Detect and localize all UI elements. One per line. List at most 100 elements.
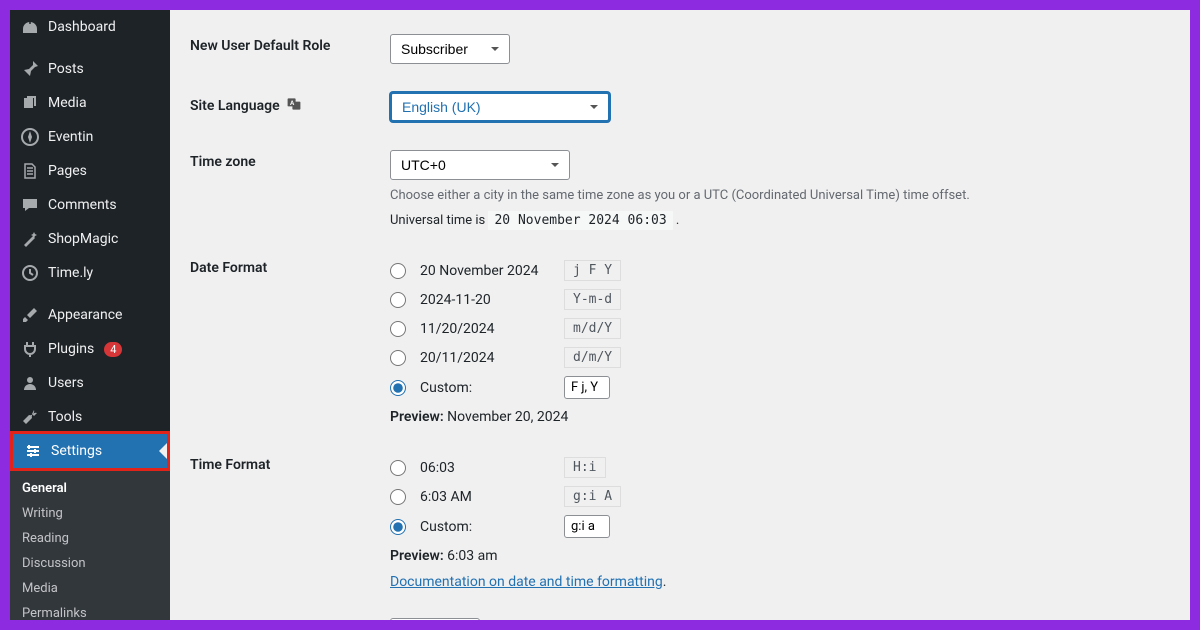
- date-option-1[interactable]: 2024-11-20 Y-m-d: [390, 285, 1170, 314]
- sidebar-item-posts[interactable]: Posts: [10, 52, 170, 86]
- date-radio-custom[interactable]: [390, 380, 406, 396]
- dashboard-icon: [20, 17, 40, 37]
- date-sample: 2024-11-20: [420, 292, 550, 308]
- plug-icon: [20, 339, 40, 359]
- time-custom-input[interactable]: [564, 515, 610, 538]
- users-icon: [20, 373, 40, 393]
- timezone-description: Choose either a city in the same time zo…: [390, 188, 1170, 203]
- highlight-box: Settings: [10, 431, 170, 471]
- admin-sidebar: Dashboard Posts Media Eventin Pages Comm…: [10, 10, 170, 620]
- date-sample: 11/20/2024: [420, 321, 550, 337]
- select-timezone[interactable]: UTC+0: [390, 150, 570, 180]
- settings-icon: [23, 441, 43, 461]
- sidebar-item-media[interactable]: Media: [10, 86, 170, 120]
- label-timezone: Time zone: [190, 150, 390, 170]
- time-radio-custom[interactable]: [390, 519, 406, 535]
- row-new-user-role: New User Default Role Subscriber: [190, 20, 1170, 78]
- date-option-0[interactable]: 20 November 2024 j F Y: [390, 256, 1170, 285]
- sidebar-item-timely[interactable]: Time.ly: [10, 256, 170, 290]
- date-radio-2[interactable]: [390, 321, 406, 337]
- sidebar-item-appearance[interactable]: Appearance: [10, 298, 170, 332]
- date-radio-0[interactable]: [390, 263, 406, 279]
- label-site-language: Site Language A: [190, 92, 390, 116]
- sidebar-label: Appearance: [48, 307, 122, 323]
- time-radio-1[interactable]: [390, 489, 406, 505]
- row-time-format: Time Format 06:03 H:i 6:03 AM g:i A Cust…: [190, 439, 1170, 604]
- sidebar-label: Pages: [48, 163, 87, 179]
- time-code: H:i: [564, 457, 606, 478]
- sidebar-label: ShopMagic: [48, 231, 118, 247]
- time-preview: Preview: 6:03 am: [390, 548, 1170, 564]
- sidebar-item-shopmagic[interactable]: ShopMagic: [10, 222, 170, 256]
- settings-general-panel: New User Default Role Subscriber Site La…: [170, 10, 1190, 620]
- date-code: d/m/Y: [564, 347, 621, 368]
- date-custom-label: Custom:: [420, 380, 550, 396]
- sidebar-label: Plugins: [48, 341, 94, 357]
- sidebar-item-pages[interactable]: Pages: [10, 154, 170, 188]
- media-icon: [20, 93, 40, 113]
- date-preview: Preview: November 20, 2024: [390, 409, 1170, 425]
- submenu-item-media[interactable]: Media: [10, 576, 170, 601]
- sidebar-item-plugins[interactable]: Plugins 4: [10, 332, 170, 366]
- label-date-format: Date Format: [190, 256, 390, 276]
- submenu-item-writing[interactable]: Writing: [10, 501, 170, 526]
- sidebar-label: Eventin: [48, 129, 93, 145]
- sidebar-label: Settings: [51, 443, 102, 459]
- sidebar-item-users[interactable]: Users: [10, 366, 170, 400]
- submenu-item-discussion[interactable]: Discussion: [10, 551, 170, 576]
- brush-icon: [20, 305, 40, 325]
- sidebar-item-dashboard[interactable]: Dashboard: [10, 10, 170, 44]
- tools-icon: [20, 407, 40, 427]
- date-option-custom[interactable]: Custom:: [390, 372, 1170, 403]
- wand-icon: [20, 229, 40, 249]
- sidebar-label: Users: [48, 375, 84, 391]
- date-sample: 20/11/2024: [420, 350, 550, 366]
- time-code: g:i A: [564, 486, 621, 507]
- row-week-starts: Week Starts On Monday: [190, 604, 1170, 620]
- pages-icon: [20, 161, 40, 181]
- time-option-1[interactable]: 6:03 AM g:i A: [390, 482, 1170, 511]
- pin-icon: [20, 59, 40, 79]
- select-new-user-role[interactable]: Subscriber: [390, 34, 510, 64]
- label-week-starts: Week Starts On: [190, 618, 390, 620]
- settings-submenu: General Writing Reading Discussion Media…: [10, 468, 170, 620]
- select-site-language[interactable]: English (UK): [390, 92, 610, 122]
- sidebar-item-comments[interactable]: Comments: [10, 188, 170, 222]
- clock-icon: [20, 263, 40, 283]
- sidebar-item-settings[interactable]: Settings: [13, 434, 167, 468]
- sidebar-label: Dashboard: [48, 19, 116, 35]
- time-sample: 6:03 AM: [420, 489, 550, 505]
- sidebar-label: Media: [48, 95, 87, 111]
- sidebar-label: Posts: [48, 61, 84, 77]
- plugin-update-badge: 4: [104, 342, 122, 357]
- submenu-item-reading[interactable]: Reading: [10, 526, 170, 551]
- date-time-doc-link[interactable]: Documentation on date and time formattin…: [390, 574, 663, 590]
- date-sample: 20 November 2024: [420, 263, 550, 279]
- select-week-starts[interactable]: Monday: [390, 618, 480, 620]
- sidebar-item-eventin[interactable]: Eventin: [10, 120, 170, 154]
- date-option-3[interactable]: 20/11/2024 d/m/Y: [390, 343, 1170, 372]
- label-new-user-role: New User Default Role: [190, 34, 390, 54]
- date-custom-input[interactable]: [564, 376, 610, 399]
- universal-time-line: Universal time is 20 November 2024 06:03…: [390, 213, 1170, 228]
- date-radio-3[interactable]: [390, 350, 406, 366]
- compass-icon: [20, 127, 40, 147]
- time-sample: 06:03: [420, 460, 550, 476]
- sidebar-label: Time.ly: [48, 265, 93, 281]
- sidebar-item-tools[interactable]: Tools: [10, 400, 170, 434]
- sidebar-label: Tools: [48, 409, 82, 425]
- label-time-format: Time Format: [190, 453, 390, 473]
- date-code: m/d/Y: [564, 318, 621, 339]
- row-site-language: Site Language A English (UK): [190, 78, 1170, 136]
- translate-icon: A: [286, 96, 302, 116]
- date-radio-1[interactable]: [390, 292, 406, 308]
- submenu-item-general[interactable]: General: [10, 476, 170, 501]
- time-option-custom[interactable]: Custom:: [390, 511, 1170, 542]
- row-timezone: Time zone UTC+0 Choose either a city in …: [190, 136, 1170, 242]
- submenu-item-permalinks[interactable]: Permalinks: [10, 601, 170, 620]
- comments-icon: [20, 195, 40, 215]
- date-option-2[interactable]: 11/20/2024 m/d/Y: [390, 314, 1170, 343]
- time-radio-0[interactable]: [390, 460, 406, 476]
- time-custom-label: Custom:: [420, 519, 550, 535]
- time-option-0[interactable]: 06:03 H:i: [390, 453, 1170, 482]
